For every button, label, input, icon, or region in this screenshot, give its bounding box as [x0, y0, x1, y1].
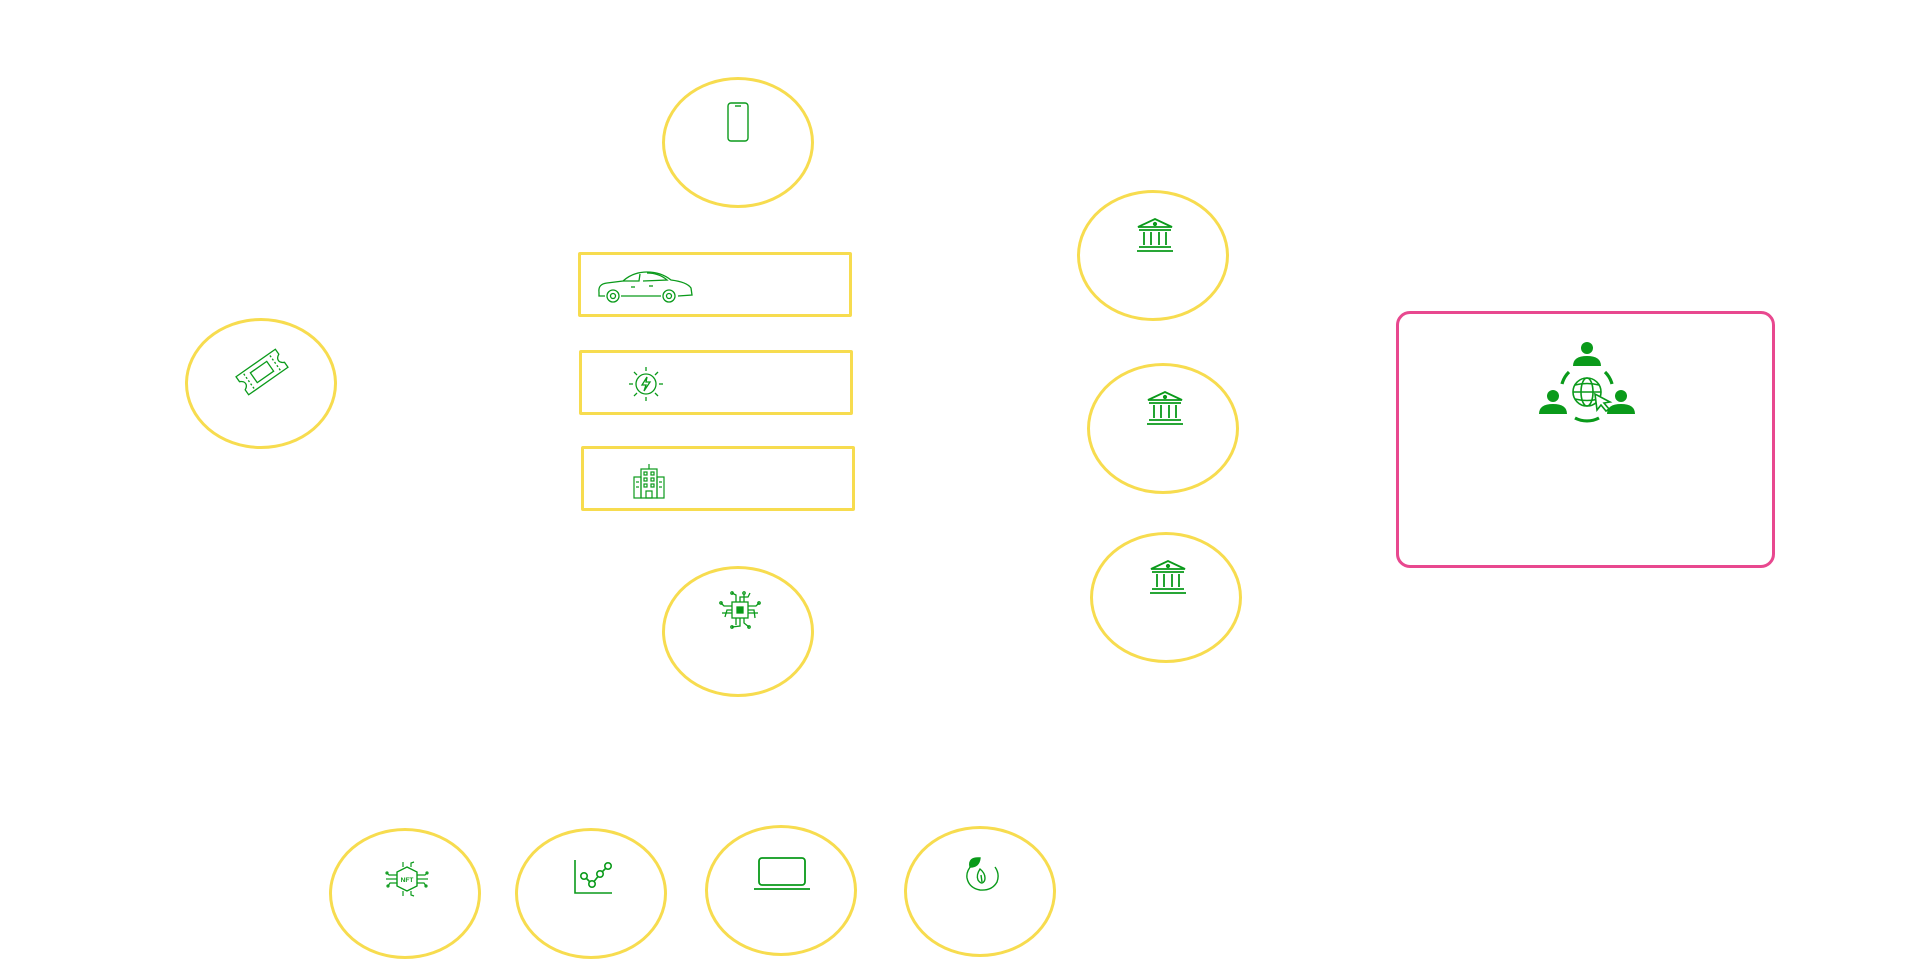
bank-node-1[interactable]: [1077, 190, 1229, 321]
solar-energy-node[interactable]: [579, 350, 853, 415]
ticket-node[interactable]: [185, 318, 337, 449]
analytics-node[interactable]: [515, 828, 667, 959]
diagram-canvas: NFT: [0, 0, 1920, 959]
building-node[interactable]: [581, 446, 855, 511]
car-icon: [595, 268, 695, 304]
bank-icon: [1148, 559, 1188, 595]
leaf-bulb-icon: [962, 855, 1002, 893]
bank-icon: [1145, 390, 1185, 426]
bank-icon: [1135, 217, 1175, 253]
nft-chip-icon: NFT: [383, 861, 431, 897]
global-network-panel[interactable]: [1396, 311, 1775, 568]
microchip-icon: [718, 591, 762, 629]
laptop-node[interactable]: [705, 825, 857, 956]
bank-node-3[interactable]: [1090, 532, 1242, 663]
smartphone-icon: [725, 102, 751, 142]
ticket-icon: [232, 347, 292, 397]
line-chart-icon: [572, 858, 614, 896]
electric-car-node[interactable]: [578, 252, 852, 317]
global-network-people-icon: [1535, 338, 1639, 430]
nft-node[interactable]: NFT: [329, 828, 481, 959]
sun-bolt-icon: [628, 366, 664, 402]
office-building-icon: [632, 463, 666, 499]
bank-node-2[interactable]: [1087, 363, 1239, 494]
microchip-node[interactable]: [662, 566, 814, 697]
eco-energy-node[interactable]: [904, 826, 1056, 957]
smartphone-node[interactable]: [662, 77, 814, 208]
svg-text:NFT: NFT: [401, 877, 414, 884]
laptop-icon: [753, 856, 811, 892]
